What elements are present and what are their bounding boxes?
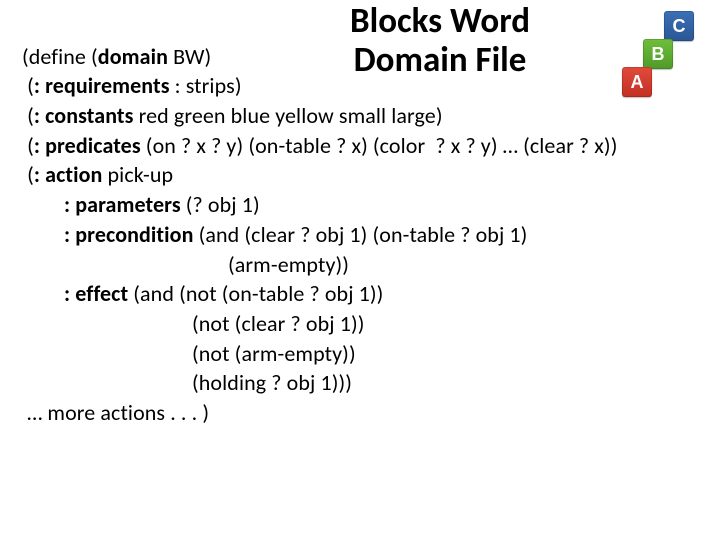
line-5: (: action pick-up (22, 161, 173, 188)
slide-title: Blocks Word Domain File (280, 2, 600, 80)
title-line-1: Blocks Word (280, 2, 600, 41)
line-8: (arm-empty)) (22, 250, 349, 280)
block-b-icon: B (643, 39, 673, 69)
line-10: (not (clear ? obj 1)) (22, 309, 364, 339)
line-9: : effect (and (not (on-table ? obj 1)) (22, 279, 383, 309)
line-11: (not (arm-empty)) (22, 339, 356, 369)
block-a-icon: A (622, 67, 652, 97)
blocks-icon: C B A (622, 11, 696, 101)
line-1: (define (domain BW) (22, 43, 211, 70)
line-2: (: requirements : strips) (22, 72, 242, 99)
block-a-label: A (631, 72, 644, 93)
slide: Blocks Word Domain File C B A (define (d… (0, 0, 720, 540)
block-b-label: B (652, 44, 665, 65)
block-c-icon: C (664, 11, 694, 41)
title-line-2: Domain File (280, 41, 600, 80)
line-4: (: predicates (on ? x ? y) (on-table ? x… (22, 132, 617, 159)
line-12: (holding ? obj 1))) (22, 368, 352, 398)
line-3: (: constants red green blue yellow small… (22, 102, 443, 129)
block-c-label: C (673, 16, 686, 37)
line-13: … more actions . . . ) (22, 399, 209, 426)
line-7: : precondition (and (clear ? obj 1) (on-… (22, 220, 527, 250)
line-6: : parameters (? obj 1) (22, 190, 260, 220)
